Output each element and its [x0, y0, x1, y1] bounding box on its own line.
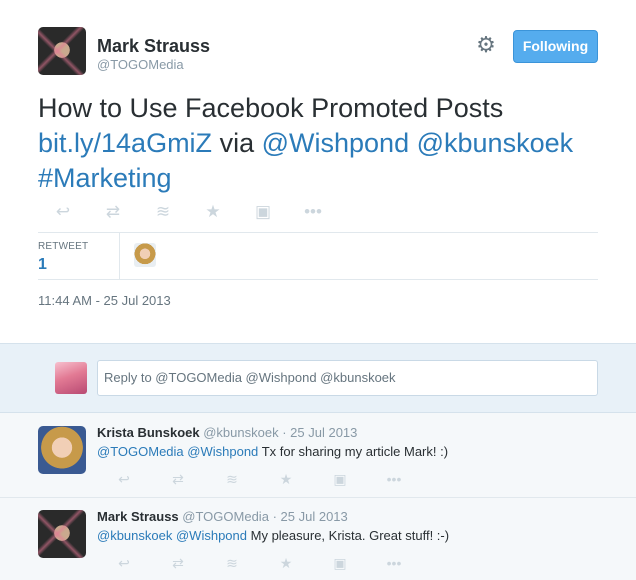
- reply-dot: ·: [282, 425, 287, 440]
- mention-kbunskoek[interactable]: @kbunskoek: [417, 128, 574, 158]
- reply-actions: ↩ ⇄ ≋ ★ ▣ •••: [97, 471, 421, 487]
- reply-icon[interactable]: ↩: [38, 202, 88, 222]
- media-icon[interactable]: ▣: [238, 202, 288, 222]
- reply-text: @TOGOMedia @Wishpond Tx for sharing my a…: [97, 444, 448, 459]
- retweet-icon[interactable]: ⇄: [151, 555, 205, 571]
- star-icon[interactable]: ★: [259, 471, 313, 487]
- main-tweet: Mark Strauss @TOGOMedia ⚙ Following How …: [0, 0, 636, 343]
- more-icon[interactable]: •••: [367, 471, 421, 487]
- stack-icon[interactable]: ≋: [205, 471, 259, 487]
- reply-author-handle[interactable]: @TOGOMedia: [182, 509, 269, 524]
- tweet-via: via: [219, 128, 255, 158]
- reply-actions: ↩ ⇄ ≋ ★ ▣ •••: [97, 555, 421, 571]
- reply-author-handle[interactable]: @kbunskoek: [203, 425, 278, 440]
- reply-icon[interactable]: ↩: [97, 471, 151, 487]
- mention-wishpond[interactable]: @Wishpond: [262, 128, 409, 158]
- stats-divider: [119, 233, 120, 280]
- reply-icon[interactable]: ↩: [97, 555, 151, 571]
- tweet-actions: ↩ ⇄ ≋ ★ ▣ •••: [38, 202, 338, 222]
- retweet-count[interactable]: 1: [38, 256, 47, 274]
- reply-author-name[interactable]: Mark Strauss: [97, 509, 179, 524]
- hashtag-marketing[interactable]: #Marketing: [38, 163, 172, 193]
- reply-text: @kbunskoek @Wishpond My pleasure, Krista…: [97, 528, 449, 543]
- author-name[interactable]: Mark Strauss: [97, 36, 210, 57]
- reply-header: Mark Strauss @TOGOMedia · 25 Jul 2013: [97, 509, 348, 524]
- reply-tweet[interactable]: Mark Strauss @TOGOMedia · 25 Jul 2013 @k…: [0, 498, 636, 580]
- reply-dot: ·: [272, 509, 277, 524]
- mention-togomedia[interactable]: @TOGOMedia: [97, 444, 184, 459]
- retweet-icon[interactable]: ⇄: [88, 202, 138, 222]
- reply-date[interactable]: 25 Jul 2013: [281, 509, 348, 524]
- stack-icon[interactable]: ≋: [205, 555, 259, 571]
- reply-date[interactable]: 25 Jul 2013: [290, 425, 357, 440]
- reply-author-name[interactable]: Krista Bunskoek: [97, 425, 200, 440]
- current-user-avatar: [55, 362, 87, 394]
- reply-avatar[interactable]: [38, 426, 86, 474]
- reply-body: My pleasure, Krista. Great stuff! :-): [250, 528, 450, 543]
- author-avatar[interactable]: [38, 27, 86, 75]
- tweet-text-line1: How to Use Facebook Promoted Posts: [38, 93, 504, 123]
- media-icon[interactable]: ▣: [313, 471, 367, 487]
- retweet-label: RETWEET: [38, 241, 89, 252]
- tweet-link[interactable]: bit.ly/14aGmiZ: [38, 128, 212, 158]
- retweet-icon[interactable]: ⇄: [151, 471, 205, 487]
- reply-input[interactable]: Reply to @TOGOMedia @Wishpond @kbunskoek: [97, 360, 598, 396]
- reply-header: Krista Bunskoek @kbunskoek · 25 Jul 2013: [97, 425, 357, 440]
- media-icon[interactable]: ▣: [313, 555, 367, 571]
- more-icon[interactable]: •••: [288, 202, 338, 222]
- reply-tweet[interactable]: Krista Bunskoek @kbunskoek · 25 Jul 2013…: [0, 413, 636, 498]
- gear-icon[interactable]: ⚙: [474, 33, 498, 57]
- tweet-stats: RETWEET 1: [38, 232, 598, 280]
- retweeter-avatar[interactable]: [134, 243, 156, 267]
- star-icon[interactable]: ★: [188, 202, 238, 222]
- reply-body: Tx for sharing my article Mark! :): [261, 444, 449, 459]
- following-button[interactable]: Following: [513, 30, 598, 63]
- tweet-timestamp[interactable]: 11:44 AM - 25 Jul 2013: [38, 293, 171, 308]
- reply-area: Reply to @TOGOMedia @Wishpond @kbunskoek: [0, 343, 636, 413]
- mention-wishpond[interactable]: @Wishpond: [187, 444, 258, 459]
- reply-avatar[interactable]: [38, 510, 86, 558]
- star-icon[interactable]: ★: [259, 555, 313, 571]
- tweet-text: How to Use Facebook Promoted Posts bit.l…: [38, 91, 618, 196]
- author-handle[interactable]: @TOGOMedia: [97, 57, 184, 72]
- mention-kbunskoek[interactable]: @kbunskoek: [97, 528, 172, 543]
- stack-icon[interactable]: ≋: [138, 202, 188, 222]
- more-icon[interactable]: •••: [367, 555, 421, 571]
- mention-wishpond[interactable]: @Wishpond: [176, 528, 247, 543]
